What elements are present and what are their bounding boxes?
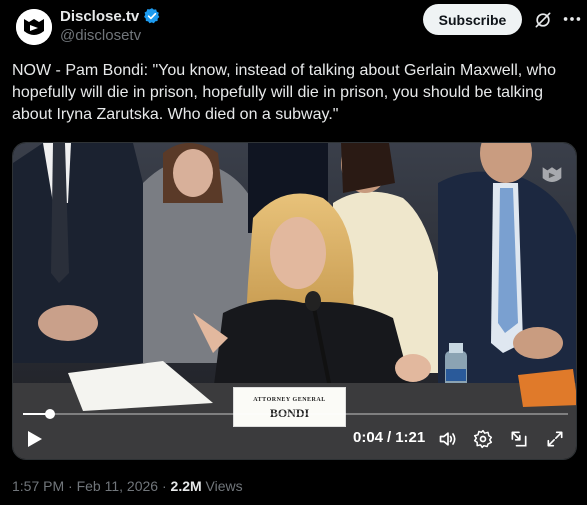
views-count: 2.2M <box>170 478 202 494</box>
disclose-watermark-icon <box>542 167 562 182</box>
progress-knob[interactable] <box>45 409 56 419</box>
current-time: 0:04 <box>353 429 384 446</box>
play-icon[interactable] <box>26 429 44 449</box>
author-name[interactable]: Disclose.tv <box>60 7 161 25</box>
video-time: 0:04 / 1:21 <box>353 429 425 446</box>
settings-gear-icon[interactable] <box>473 429 493 449</box>
post-text: NOW - Pam Bondi: "You know, instead of t… <box>12 62 557 123</box>
video-controls: 0:04 / 1:21 <box>13 401 576 459</box>
duration: 1:21 <box>395 429 426 446</box>
progress-bar[interactable] <box>23 409 568 419</box>
post-meta: 1:57 PM · Feb 11, 2026 · 2.2M Views <box>12 478 243 494</box>
grok-icon[interactable] <box>533 10 553 30</box>
meta-separator: · <box>68 478 73 494</box>
fullscreen-icon[interactable] <box>545 429 565 449</box>
disclose-logo-icon[interactable] <box>16 9 52 45</box>
volume-icon[interactable] <box>438 429 458 449</box>
time-separator: / <box>387 429 392 446</box>
post-header: Disclose.tv @disclosetv Subscribe <box>12 4 581 48</box>
verified-badge-icon <box>144 8 160 24</box>
views-label: Views <box>205 478 243 494</box>
author-handle[interactable]: @disclosetv <box>60 27 141 44</box>
meta-separator: · <box>161 478 167 494</box>
subscribe-button[interactable]: Subscribe <box>423 4 522 35</box>
more-dots-icon[interactable] <box>561 8 583 30</box>
post-date[interactable]: Feb 11, 2026 <box>77 478 158 494</box>
author-name-text[interactable]: Disclose.tv <box>60 8 139 25</box>
picture-in-picture-icon[interactable] <box>509 429 529 449</box>
video-player[interactable]: ATTORNEY GENERAL BONDI 0:04 / 1:21 <box>12 142 577 460</box>
post-time[interactable]: 1:57 PM <box>12 478 64 494</box>
